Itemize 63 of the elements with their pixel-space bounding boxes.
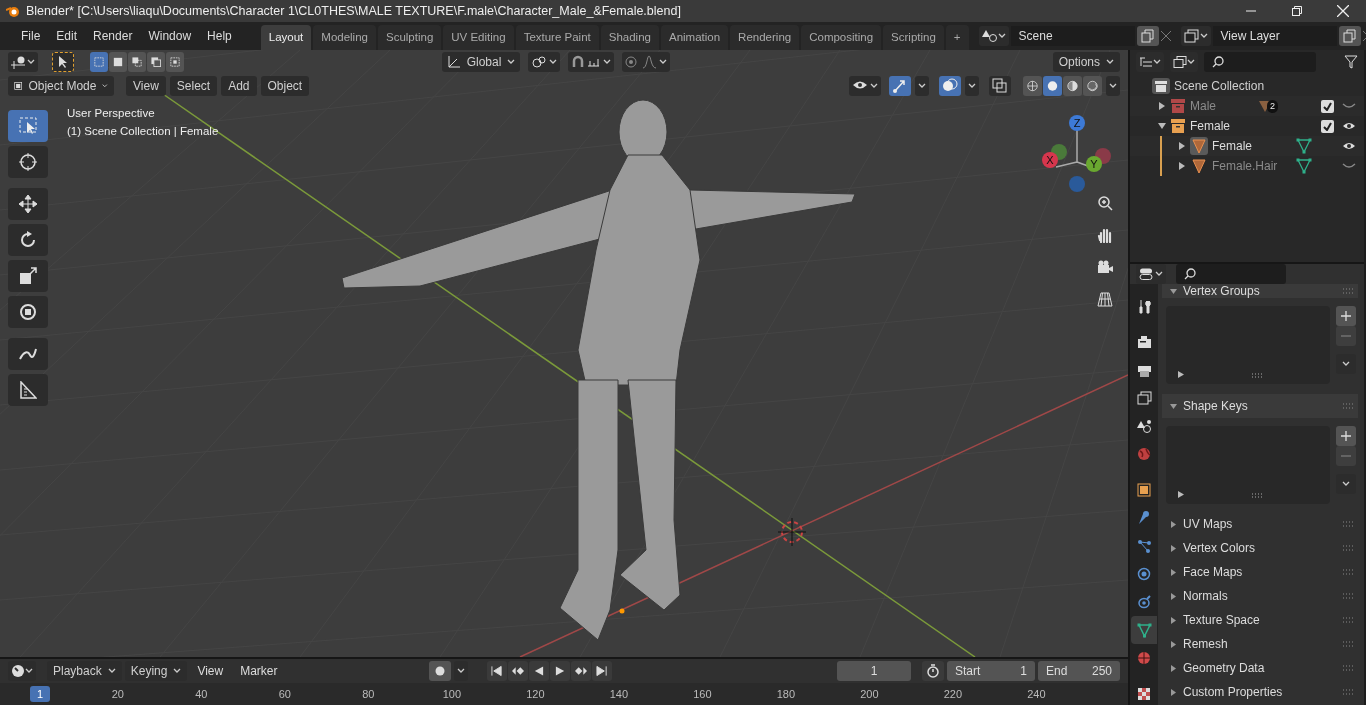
outliner-item[interactable]: Female bbox=[1212, 137, 1292, 155]
panel-title[interactable]: UV Maps bbox=[1183, 515, 1233, 533]
panel-title[interactable]: Custom Properties bbox=[1183, 683, 1283, 701]
frame-number: 180 bbox=[775, 686, 797, 702]
end-frame-field[interactable]: End 250 bbox=[1038, 661, 1120, 681]
start-frame-field[interactable]: Start 1 bbox=[947, 661, 1035, 681]
panel-title[interactable]: Normals bbox=[1183, 587, 1228, 605]
timeline-dropdown[interactable]: Playback bbox=[47, 661, 122, 681]
workspace-tab[interactable]: Scripting bbox=[883, 24, 944, 50]
outliner-item[interactable]: Female bbox=[1190, 117, 1254, 135]
menu-item[interactable]: Edit bbox=[49, 25, 85, 47]
viewport-menu[interactable]: Select bbox=[169, 76, 218, 96]
workspace-tab[interactable]: Compositing bbox=[801, 24, 882, 50]
menu-item[interactable]: File bbox=[14, 25, 48, 47]
viewport-menu[interactable]: Add bbox=[221, 76, 257, 96]
workspace-tab[interactable]: Animation bbox=[660, 24, 729, 50]
workspace-tab[interactable]: Layout bbox=[260, 24, 312, 50]
count-badge: 2 bbox=[1267, 99, 1278, 113]
current-frame-marker[interactable]: 1 bbox=[30, 685, 51, 703]
panel-title[interactable]: Vertex Colors bbox=[1183, 539, 1256, 557]
timeline-menu[interactable]: Marker bbox=[233, 660, 285, 682]
workspace-tab[interactable]: Shading bbox=[600, 24, 659, 50]
frame-number: 200 bbox=[859, 686, 880, 702]
frame-number: 20 bbox=[110, 686, 125, 702]
viewport-menu[interactable]: Object bbox=[260, 76, 310, 96]
scene-field[interactable]: Scene bbox=[1010, 26, 1135, 46]
scene-collection-label[interactable]: Scene Collection bbox=[1174, 77, 1265, 95]
viewport-menu[interactable]: View bbox=[126, 76, 166, 96]
view-layer-field[interactable]: View Layer bbox=[1212, 26, 1337, 46]
add-workspace-button[interactable]: + bbox=[945, 24, 969, 50]
viewport-context-label: (1) Scene Collection | Female bbox=[67, 124, 219, 139]
current-frame-field[interactable]: 1 bbox=[837, 661, 911, 681]
workspace-tab[interactable]: Sculpting bbox=[377, 24, 442, 50]
menu-item[interactable]: Render bbox=[86, 25, 140, 47]
frame-number: 40 bbox=[194, 686, 209, 702]
mode-dropdown[interactable]: Object Mode bbox=[8, 76, 114, 96]
menu-item[interactable]: Help bbox=[200, 25, 239, 47]
panel-title[interactable]: Remesh bbox=[1183, 635, 1228, 653]
axis-handle[interactable]: Z bbox=[1069, 115, 1085, 131]
workspace-tab[interactable]: Modeling bbox=[313, 24, 376, 50]
frame-number: 80 bbox=[361, 686, 376, 702]
timeline-menu[interactable]: View bbox=[190, 660, 231, 682]
panel-title[interactable]: Geometry Data bbox=[1183, 659, 1265, 677]
axis-handle[interactable]: Y bbox=[1086, 156, 1102, 172]
workspace-tab[interactable]: Texture Paint bbox=[515, 24, 599, 50]
menu-item[interactable]: Window bbox=[141, 25, 199, 47]
workspace-tab[interactable]: Rendering bbox=[730, 24, 800, 50]
panel-title[interactable]: Texture Space bbox=[1183, 611, 1260, 629]
viewport-perspective-label: User Perspective bbox=[67, 106, 156, 121]
workspace-tab[interactable]: UV Editing bbox=[443, 24, 514, 50]
frame-number: 60 bbox=[277, 686, 292, 702]
frame-number: 240 bbox=[1026, 686, 1047, 702]
options-dropdown[interactable]: Options bbox=[1052, 52, 1120, 72]
frame-number: 140 bbox=[608, 686, 630, 702]
frame-number: 160 bbox=[692, 686, 713, 702]
axis-handle[interactable]: X bbox=[1042, 152, 1058, 168]
panel-title[interactable]: Face Maps bbox=[1183, 563, 1243, 581]
frame-number: 220 bbox=[942, 686, 964, 702]
transform-orientation-dropdown[interactable]: Global bbox=[442, 52, 520, 72]
timeline-dropdown[interactable]: Keying bbox=[124, 661, 188, 681]
frame-number: 100 bbox=[441, 686, 463, 702]
window-title: Blender* [C:\Users\liaqu\Documents\Character 1\CL0THES\MALE TEXTURE\F.male\Character_Male_&Female.blend] bbox=[26, 2, 681, 20]
frame-number: 120 bbox=[525, 686, 546, 702]
